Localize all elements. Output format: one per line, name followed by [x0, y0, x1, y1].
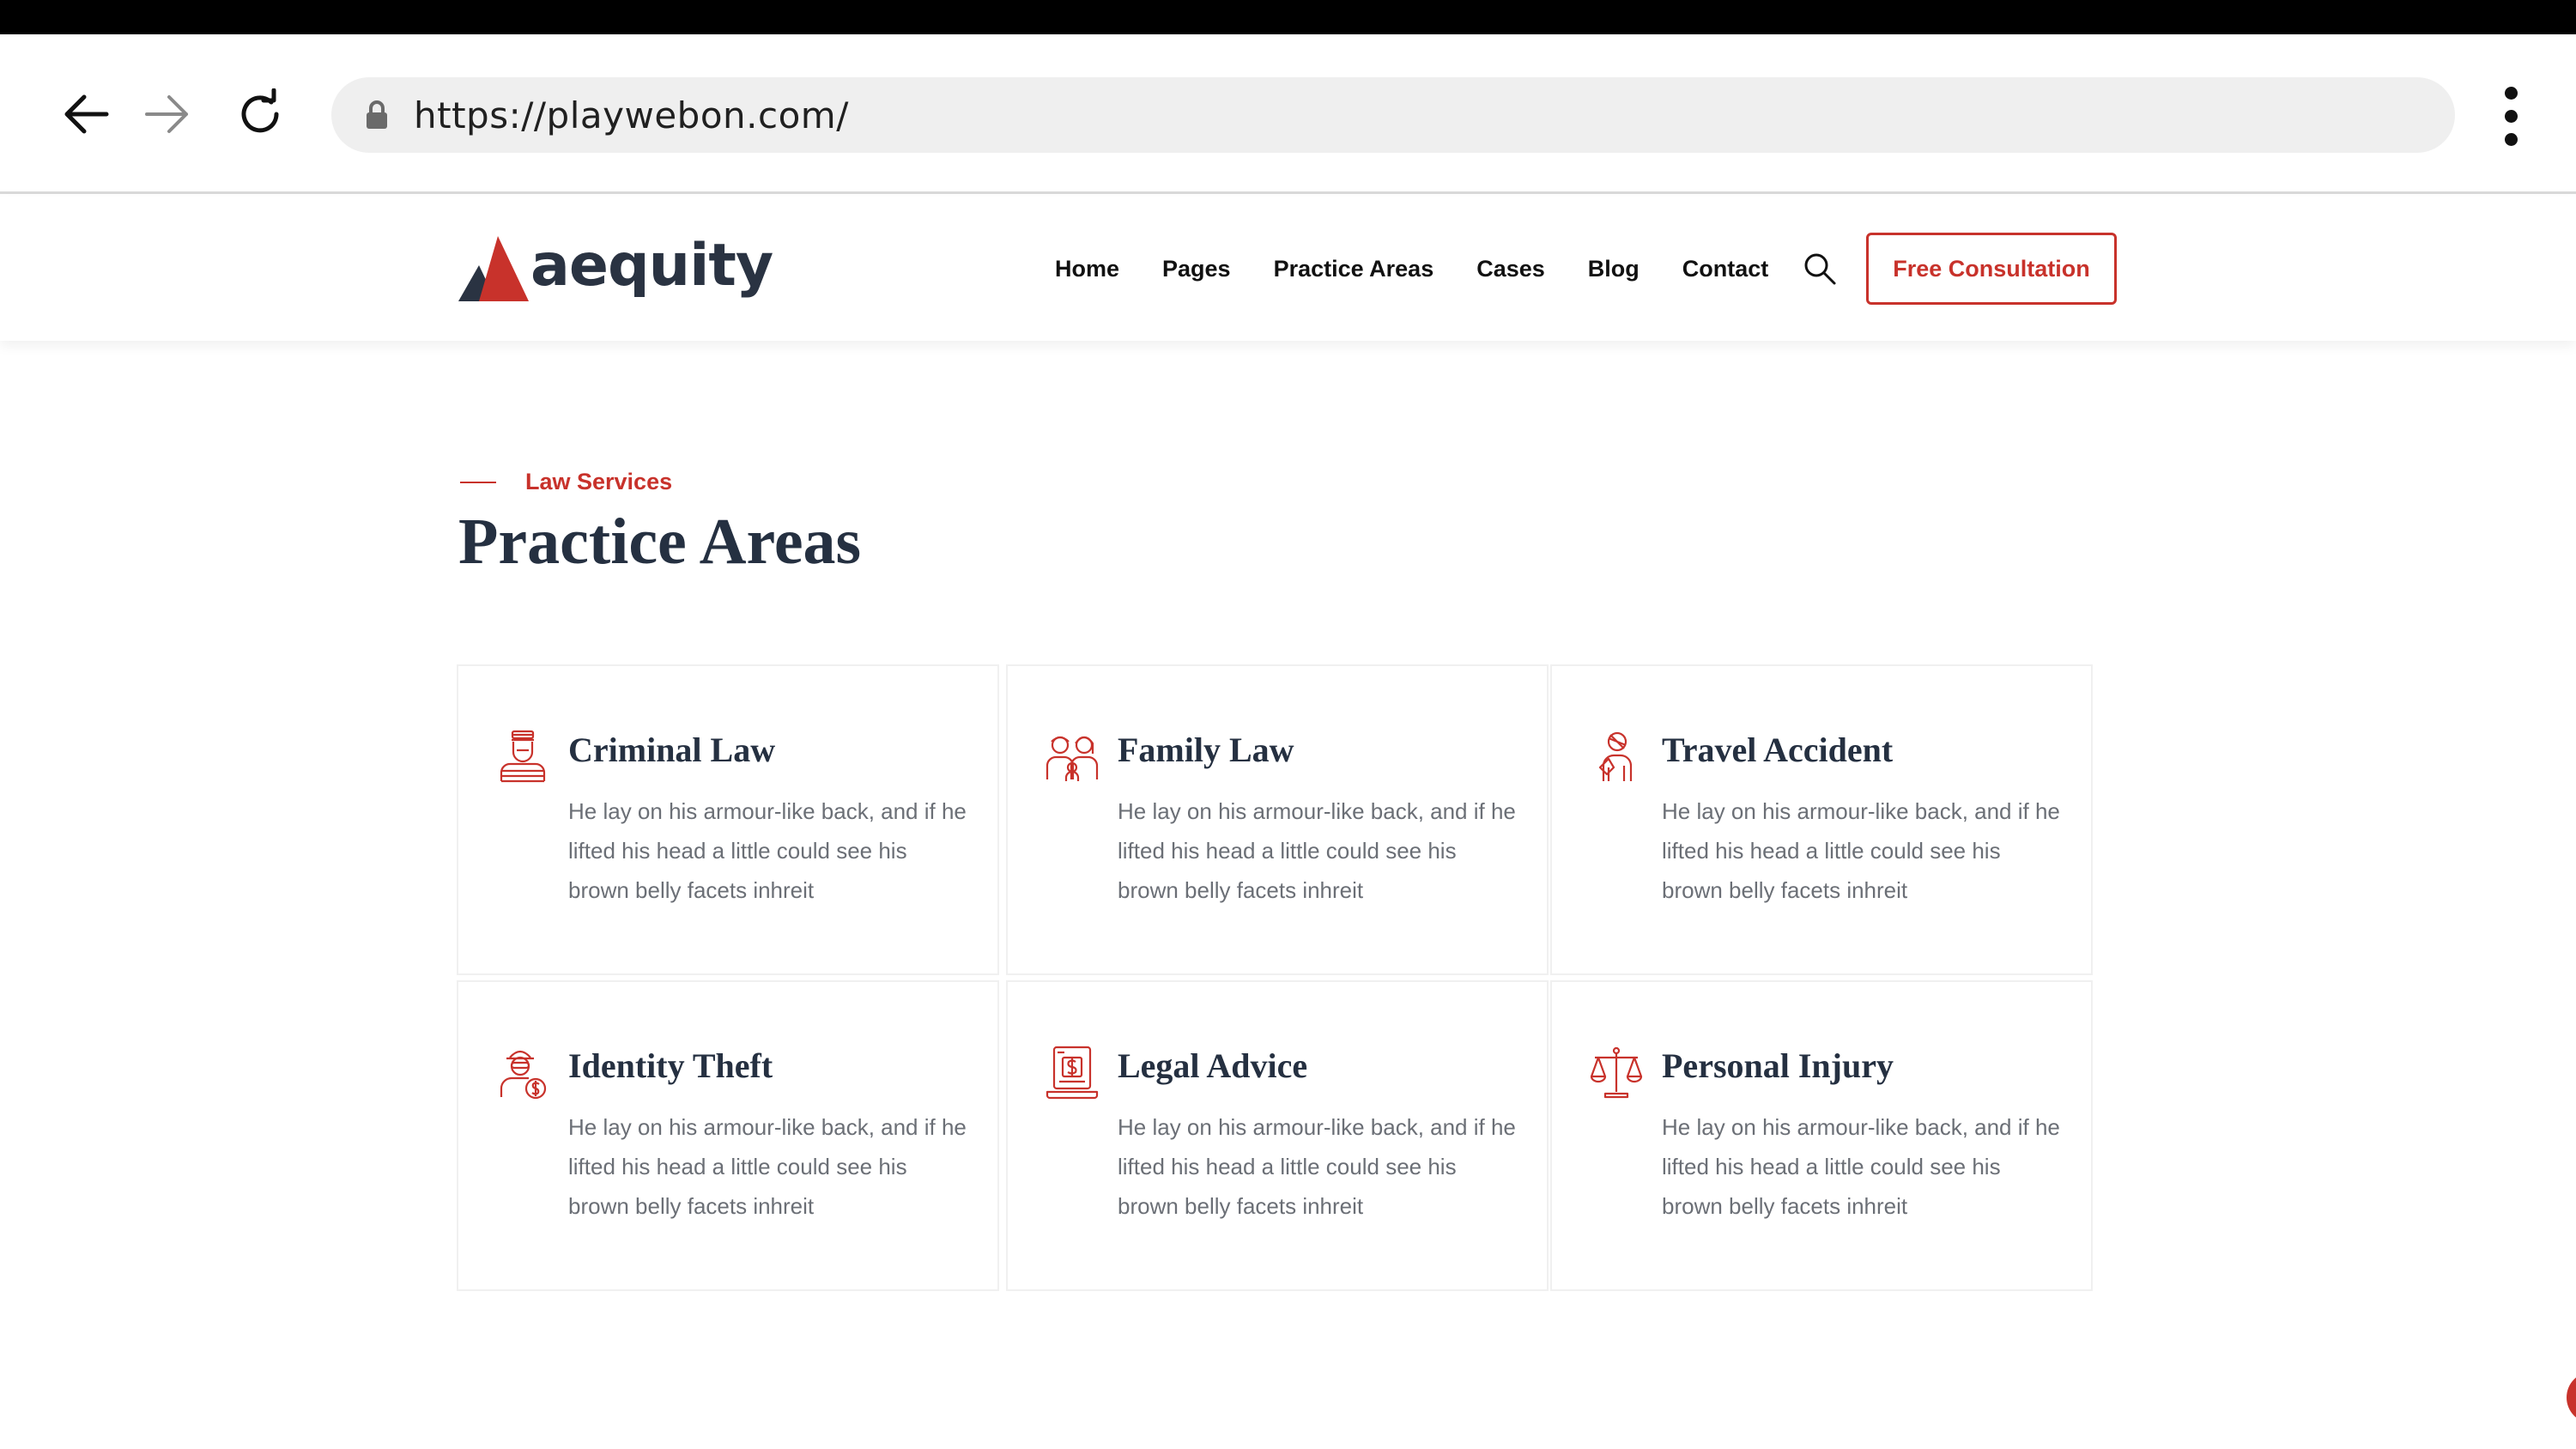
nav-home[interactable]: Home — [1055, 256, 1119, 282]
main-nav: Home Pages Practice Areas Cases Blog Con… — [1055, 197, 1811, 341]
card-title: Legal Advice — [1118, 1046, 1308, 1085]
practice-card-legal-advice[interactable]: Legal Advice He lay on his armour-like b… — [1006, 980, 1549, 1291]
search-icon — [1804, 253, 1836, 285]
practice-card-personal-injury[interactable]: Personal Injury He lay on his armour-lik… — [1550, 980, 2093, 1291]
card-text: He lay on his armour-like back, and if h… — [1662, 1114, 2060, 1219]
back-button[interactable] — [47, 76, 124, 153]
eyebrow-line — [460, 481, 496, 483]
floating-action-button[interactable] — [2567, 1372, 2576, 1423]
nav-pages[interactable]: Pages — [1162, 256, 1231, 282]
nav-cases[interactable]: Cases — [1476, 256, 1545, 282]
lock-icon — [362, 98, 391, 132]
card-title: Identity Theft — [568, 1046, 773, 1085]
browser-menu-button[interactable] — [2485, 77, 2537, 155]
nav-contact[interactable]: Contact — [1682, 256, 1769, 282]
site-logo[interactable]: aequity — [458, 233, 773, 305]
practice-card-travel-accident[interactable]: Travel Accident He lay on his armour-lik… — [1550, 664, 2093, 975]
card-title: Travel Accident — [1662, 731, 1894, 769]
url-text: https://playwebon.com/ — [414, 94, 849, 136]
logo-mark-icon — [458, 236, 529, 301]
reload-icon — [241, 88, 279, 133]
forward-button[interactable] — [129, 76, 206, 153]
card-text: He lay on his armour-like back, and if h… — [568, 798, 967, 903]
scales-icon — [1588, 1044, 1645, 1100]
practice-card-family-law[interactable]: Family Law He lay on his armour-like bac… — [1006, 664, 1549, 975]
thief-icon — [494, 1044, 551, 1100]
laptop-dollar-icon — [1044, 1044, 1100, 1100]
section-title: Practice Areas — [458, 506, 862, 578]
address-bar[interactable]: https://playwebon.com/ — [331, 77, 2455, 153]
reload-button[interactable] — [221, 76, 299, 153]
arrow-left-icon — [64, 94, 109, 134]
menu-dot — [2504, 86, 2518, 100]
browser-toolbar: https://playwebon.com/ — [0, 34, 2576, 194]
prisoner-icon — [494, 728, 551, 785]
nav-practice-areas[interactable]: Practice Areas — [1274, 256, 1434, 282]
card-title: Personal Injury — [1662, 1046, 1894, 1085]
nav-blog[interactable]: Blog — [1588, 256, 1640, 282]
site-header: aequity Home Pages Practice Areas Cases … — [0, 197, 2576, 341]
card-text: He lay on his armour-like back, and if h… — [1118, 798, 1516, 903]
menu-dot — [2504, 109, 2518, 123]
menu-dot — [2504, 132, 2518, 146]
section-eyebrow: Law Services — [460, 469, 672, 495]
arrow-right-icon — [145, 95, 188, 133]
card-title: Family Law — [1118, 731, 1294, 769]
practice-card-identity-theft[interactable]: Identity Theft He lay on his armour-like… — [457, 980, 999, 1291]
device-status-bar — [0, 0, 2576, 34]
card-text: He lay on his armour-like back, and if h… — [1118, 1114, 1516, 1219]
card-text: He lay on his armour-like back, and if h… — [568, 1114, 967, 1219]
injured-person-icon — [1588, 728, 1645, 785]
eyebrow-text: Law Services — [525, 469, 673, 494]
search-button[interactable] — [1801, 250, 1839, 288]
logo-text: aequity — [530, 232, 773, 300]
practice-card-criminal-law[interactable]: Criminal Law He lay on his armour-like b… — [457, 664, 999, 975]
family-icon — [1044, 728, 1100, 785]
practice-areas-grid: Criminal Law He lay on his armour-like b… — [457, 664, 2096, 1291]
free-consultation-button[interactable]: Free Consultation — [1866, 233, 2117, 305]
card-text: He lay on his armour-like back, and if h… — [1662, 798, 2060, 903]
card-title: Criminal Law — [568, 731, 776, 769]
